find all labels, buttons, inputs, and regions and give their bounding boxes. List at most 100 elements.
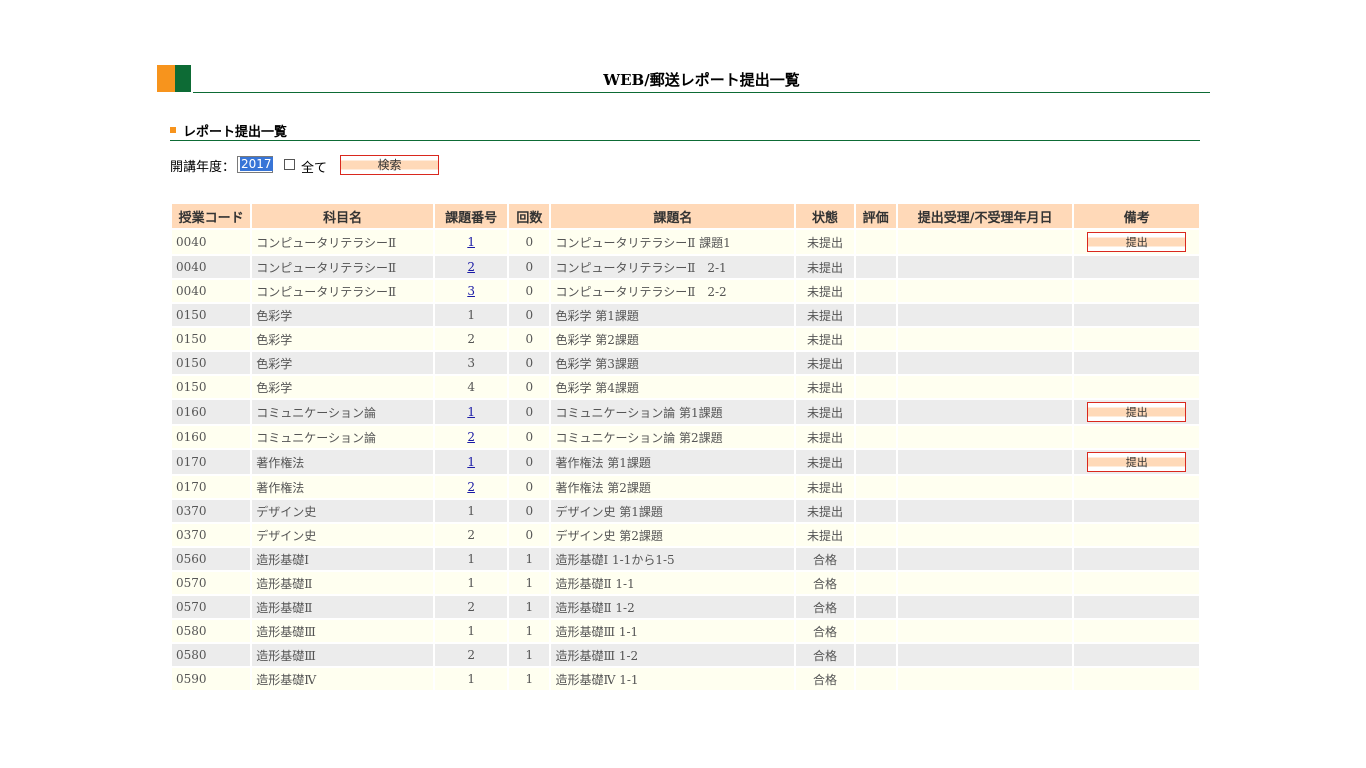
cell-subject: 色彩学 [252,352,433,376]
cell-status: 未提出 [796,376,854,400]
cell-note: 提出 [1074,400,1199,426]
section-bullet-icon [170,127,176,133]
year-label: 開講年度： [170,160,236,175]
cell-note [1074,668,1199,692]
task-number-link[interactable]: 2 [467,260,475,274]
cell-status: 未提出 [796,500,854,524]
cell-course-code: 0040 [172,230,251,256]
cell-subject: 色彩学 [252,328,433,352]
cell-grade [855,572,896,596]
task-number-link[interactable]: 1 [467,235,475,249]
cell-course-code: 0160 [172,400,251,426]
cell-status: 合格 [796,620,854,644]
cell-count: 0 [509,426,550,450]
cell-grade [855,620,896,644]
cell-status: 未提出 [796,426,854,450]
cell-course-code: 0150 [172,376,251,400]
cell-count: 0 [509,230,550,256]
cell-grade [855,280,896,304]
cell-grade [855,400,896,426]
cell-task-number: 3 [435,352,508,376]
cell-course-code: 0150 [172,352,251,376]
cell-subject: デザイン史 [252,524,433,548]
table-row: 0040 コンピュータリテラシーⅡ 3 0 コンピュータリテラシーⅡ 2-2 未提出 [172,280,1199,304]
cell-task-number: 1 [435,230,508,256]
cell-date [897,376,1073,400]
cell-date [897,256,1073,280]
cell-status: 未提出 [796,256,854,280]
table-row: 0160 コミュニケーション論 1 0 コミュニケーション論 第1課題 未提出 提出 [172,400,1199,426]
table-header-row: 授業コード 科目名 課題番号 回数 課題名 状態 評価 提出受理/不受理年月日 … [172,204,1199,230]
cell-task-number: 2 [435,426,508,450]
cell-grade [855,328,896,352]
search-button[interactable]: 検索 [340,155,439,175]
cell-date [897,476,1073,500]
cell-status: 合格 [796,572,854,596]
section-title: レポート提出一覧 [183,125,288,140]
cell-subject: 造形基礎Ⅱ [252,572,433,596]
table-row: 0560 造形基礎Ⅰ 1 1 造形基礎Ⅰ 1-1から1-5 合格 [172,548,1199,572]
report-table: 授業コード 科目名 課題番号 回数 課題名 状態 評価 提出受理/不受理年月日 … [170,204,1201,692]
cell-task-number: 2 [435,476,508,500]
cell-task-name: 著作権法 第2課題 [551,476,795,500]
submit-button[interactable]: 提出 [1087,232,1187,252]
task-number-link[interactable]: 1 [467,405,475,419]
submit-button[interactable]: 提出 [1087,402,1187,422]
table-row: 0040 コンピュータリテラシーⅡ 1 0 コンピュータリテラシーⅡ 課題1 未提出 提出 [172,230,1199,256]
task-number-link[interactable]: 3 [467,284,475,298]
cell-task-name: 色彩学 第1課題 [551,304,795,328]
cell-count: 0 [509,352,550,376]
col-header: 評価 [855,204,896,230]
cell-course-code: 0570 [172,572,251,596]
cell-grade [855,352,896,376]
cell-note [1074,426,1199,450]
cell-count: 0 [509,256,550,280]
cell-course-code: 0570 [172,596,251,620]
cell-task-name: デザイン史 第2課題 [551,524,795,548]
col-header: 課題番号 [435,204,508,230]
table-row: 0170 著作権法 1 0 著作権法 第1課題 未提出 提出 [172,450,1199,476]
cell-date [897,620,1073,644]
submit-button[interactable]: 提出 [1087,452,1187,472]
col-header: 回数 [509,204,550,230]
cell-task-number: 2 [435,256,508,280]
cell-task-number: 1 [435,500,508,524]
col-header: 科目名 [252,204,433,230]
cell-task-number: 2 [435,596,508,620]
cell-date [897,596,1073,620]
cell-date [897,644,1073,668]
cell-status: 合格 [796,596,854,620]
year-input[interactable]: 2017 [237,156,273,173]
cell-course-code: 0370 [172,500,251,524]
page-header: WEB/郵送レポート提出一覧 [157,65,1210,93]
all-checkbox[interactable] [284,159,295,170]
cell-subject: 色彩学 [252,376,433,400]
cell-subject: コミュニケーション論 [252,426,433,450]
cell-grade [855,524,896,548]
year-input-value: 2017 [240,157,273,171]
cell-count: 0 [509,476,550,500]
cell-count: 1 [509,620,550,644]
cell-count: 1 [509,644,550,668]
cell-count: 0 [509,450,550,476]
cell-subject: コンピュータリテラシーⅡ [252,280,433,304]
cell-grade [855,304,896,328]
cell-task-name: コミュニケーション論 第1課題 [551,400,795,426]
table-row: 0160 コミュニケーション論 2 0 コミュニケーション論 第2課題 未提出 [172,426,1199,450]
cell-task-number: 4 [435,376,508,400]
cell-grade [855,548,896,572]
task-number-link[interactable]: 2 [467,480,475,494]
cell-subject: 著作権法 [252,476,433,500]
cell-count: 0 [509,376,550,400]
task-number-link[interactable]: 2 [467,430,475,444]
table-row: 0570 造形基礎Ⅱ 1 1 造形基礎Ⅱ 1-1 合格 [172,572,1199,596]
cell-task-number: 1 [435,572,508,596]
cell-task-number: 1 [435,548,508,572]
cell-task-name: 造形基礎Ⅲ 1-1 [551,620,795,644]
cell-task-name: 造形基礎Ⅱ 1-2 [551,596,795,620]
task-number-link[interactable]: 1 [467,455,475,469]
table-row: 0170 著作権法 2 0 著作権法 第2課題 未提出 [172,476,1199,500]
logo-green-block [175,65,191,92]
cell-task-number: 1 [435,304,508,328]
cell-grade [855,668,896,692]
